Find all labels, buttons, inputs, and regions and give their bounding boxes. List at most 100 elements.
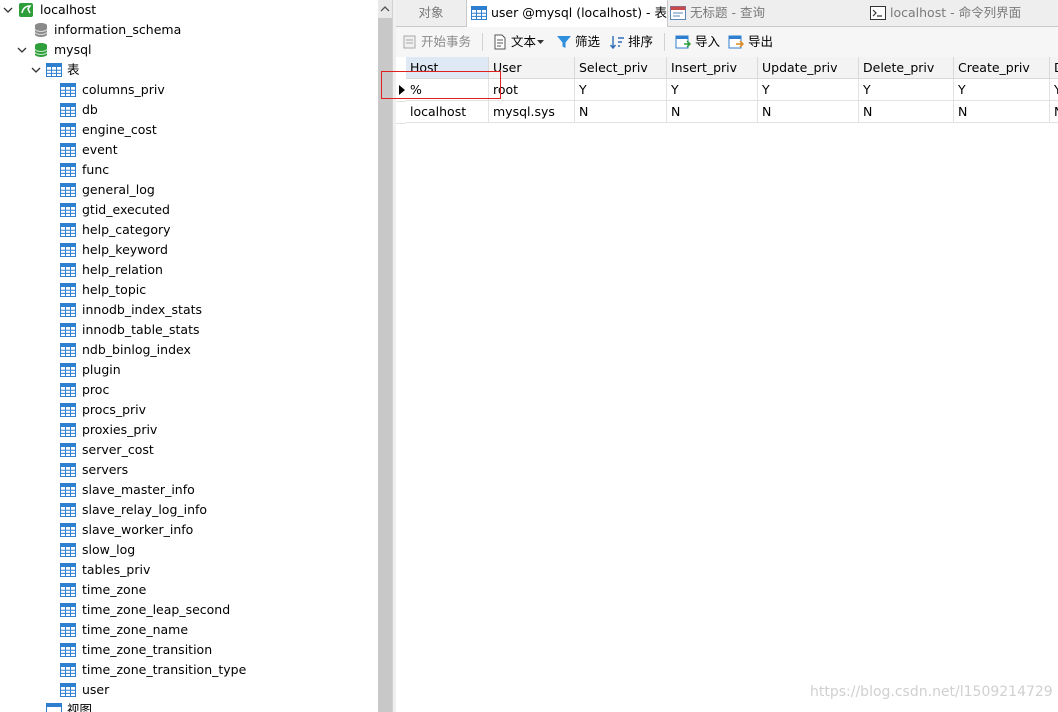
tree-item-table[interactable]: gtid_executed: [0, 200, 378, 220]
tree-item-label: ndb_binlog_index: [82, 342, 191, 357]
tree-item-table[interactable]: slow_log: [0, 540, 378, 560]
tree-item-table[interactable]: general_log: [0, 180, 378, 200]
column-header[interactable]: Delete_priv: [859, 57, 954, 79]
table-cell[interactable]: Y: [758, 79, 859, 101]
tree-item-table[interactable]: server_cost: [0, 440, 378, 460]
column-header[interactable]: Select_priv: [575, 57, 667, 79]
row-header[interactable]: [396, 101, 406, 124]
tree-item-table[interactable]: slave_worker_info: [0, 520, 378, 540]
tree-item-table[interactable]: event: [0, 140, 378, 160]
tab-objects[interactable]: 对象: [396, 0, 466, 26]
column-header[interactable]: D: [1050, 57, 1058, 79]
tree-item-table[interactable]: help_relation: [0, 260, 378, 280]
tree-item-table[interactable]: time_zone_name: [0, 620, 378, 640]
tab-label: user @mysql (localhost) - 表: [491, 5, 668, 20]
filter-label: 筛选: [575, 34, 601, 49]
chevron-down-icon[interactable]: [3, 5, 13, 15]
tab-query[interactable]: 无标题 - 查询: [668, 0, 863, 26]
tree-item-table[interactable]: servers: [0, 460, 378, 480]
text-view-label: 文本: [511, 34, 537, 49]
tree-item-table[interactable]: proc: [0, 380, 378, 400]
table-icon: [60, 563, 76, 577]
tree-item-label: 视图: [67, 702, 93, 712]
tree-item-table[interactable]: innodb_index_stats: [0, 300, 378, 320]
table-cell[interactable]: N: [859, 101, 954, 123]
table-cell[interactable]: root: [489, 79, 575, 101]
table-icon: [60, 223, 76, 237]
table-cell[interactable]: mysql.sys: [489, 101, 575, 123]
tree-item-table[interactable]: help_keyword: [0, 240, 378, 260]
tree-item-table[interactable]: slave_master_info: [0, 480, 378, 500]
table-icon: [60, 103, 76, 117]
tree-item-table[interactable]: time_zone: [0, 580, 378, 600]
table-cell[interactable]: N: [1050, 101, 1058, 123]
tree-item-label: tables_priv: [82, 562, 151, 577]
tree-item-database[interactable]: information_schema: [0, 20, 378, 40]
tree-item-database[interactable]: mysql: [0, 40, 378, 60]
tree-item-table[interactable]: func: [0, 160, 378, 180]
sort-button[interactable]: 排序: [609, 27, 659, 57]
tree-item-label: innodb_index_stats: [82, 302, 203, 317]
table-cell[interactable]: N: [954, 101, 1050, 123]
table-icon: [60, 263, 76, 277]
tree-item-table[interactable]: time_zone_transition: [0, 640, 378, 660]
document-icon: [494, 34, 506, 50]
table-cell[interactable]: Y: [954, 79, 1050, 101]
scroll-up-button[interactable]: [378, 0, 392, 18]
query-icon: [670, 6, 686, 20]
tree-item-views-folder[interactable]: 视图: [0, 700, 378, 712]
tree-item-table[interactable]: db: [0, 100, 378, 120]
tree-item-label: help_relation: [82, 262, 163, 277]
chevron-down-icon[interactable]: [17, 45, 27, 55]
tree-item-table[interactable]: engine_cost: [0, 120, 378, 140]
table-cell[interactable]: Y: [575, 79, 667, 101]
tree-item-table[interactable]: columns_priv: [0, 80, 378, 100]
tree-item-label: event: [82, 142, 118, 157]
tree-item-label: mysql: [54, 42, 92, 57]
table-cell[interactable]: Y: [667, 79, 758, 101]
tree-item-table[interactable]: user: [0, 680, 378, 700]
tree-item-table[interactable]: time_zone_leap_second: [0, 600, 378, 620]
table-cell[interactable]: N: [667, 101, 758, 123]
tree-item-label: localhost: [40, 2, 97, 17]
column-header[interactable]: Update_priv: [758, 57, 859, 79]
table-icon: [60, 583, 76, 597]
filter-button[interactable]: 筛选: [556, 27, 606, 57]
table-cell[interactable]: N: [758, 101, 859, 123]
tree-item-table[interactable]: slave_relay_log_info: [0, 500, 378, 520]
grid-toolbar: 开始事务 文本 筛选 排序 导入 导出: [396, 27, 1058, 58]
tree-item-table[interactable]: ndb_binlog_index: [0, 340, 378, 360]
sidebar-scrollbar-thumb[interactable]: [378, 18, 392, 712]
import-button[interactable]: 导入: [675, 27, 725, 57]
table-cell[interactable]: Y: [859, 79, 954, 101]
column-header[interactable]: User: [489, 57, 575, 79]
tree-item-table[interactable]: tables_priv: [0, 560, 378, 580]
tree-item-tables-folder[interactable]: 表: [0, 60, 378, 80]
table-icon: [60, 123, 76, 137]
tree-item-table[interactable]: innodb_table_stats: [0, 320, 378, 340]
tab-console[interactable]: localhost - 命令列界面: [868, 0, 1053, 26]
chevron-down-icon[interactable]: [31, 65, 41, 75]
table-icon: [60, 303, 76, 317]
tree-item-table[interactable]: proxies_priv: [0, 420, 378, 440]
text-view-button[interactable]: 文本: [490, 27, 550, 57]
table-icon: [60, 323, 76, 337]
column-header[interactable]: Insert_priv: [667, 57, 758, 79]
tab-label: 无标题 - 查询: [690, 5, 765, 20]
import-label: 导入: [695, 34, 721, 49]
table-cell[interactable]: Y: [1050, 79, 1058, 101]
begin-transaction-button[interactable]: 开始事务: [400, 27, 478, 57]
tree-item-table[interactable]: time_zone_transition_type: [0, 660, 378, 680]
tree-item-table[interactable]: help_category: [0, 220, 378, 240]
column-header[interactable]: Create_priv: [954, 57, 1050, 79]
chevron-up-icon: [380, 6, 390, 12]
tree-item-table[interactable]: plugin: [0, 360, 378, 380]
table-cell[interactable]: N: [575, 101, 667, 123]
tree-item-table[interactable]: procs_priv: [0, 400, 378, 420]
table-cell[interactable]: localhost: [406, 101, 489, 123]
data-grid[interactable]: Host User Select_priv Insert_priv Update_pri…: [396, 57, 1058, 712]
tree-item-connection[interactable]: localhost: [0, 0, 378, 20]
export-button[interactable]: 导出: [728, 27, 778, 57]
tab-user-table[interactable]: user @mysql (localhost) - 表: [466, 0, 668, 27]
tree-item-table[interactable]: help_topic: [0, 280, 378, 300]
